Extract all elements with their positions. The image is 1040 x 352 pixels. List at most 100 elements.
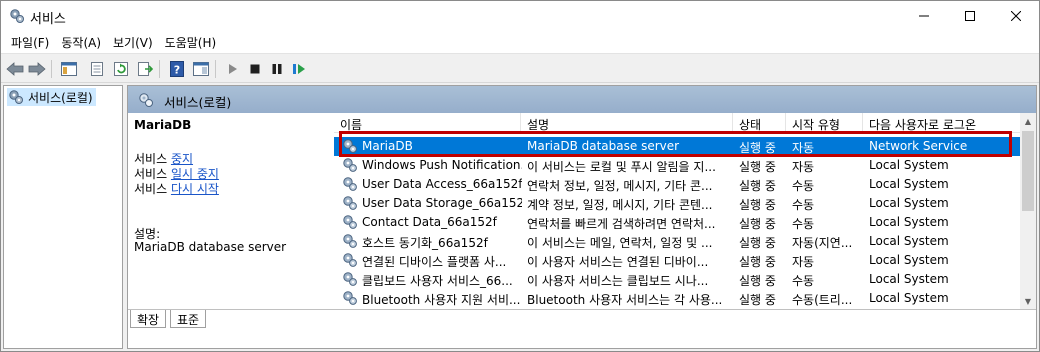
service-gear-icon [343,272,357,286]
properties-button[interactable] [87,59,107,79]
restart-service-button[interactable] [289,59,309,79]
service-row[interactable]: User Data Storage_66a152f 계약 정보, 일정, 메시지,… [334,194,1020,213]
service-startup-type-cell: 수동 [792,274,815,288]
service-gear-icon [343,253,357,267]
column-header-startup-type[interactable]: 시작 유형 [786,113,863,133]
service-log-on-as-cell: Local System [869,196,949,210]
forward-arrow-icon [28,62,46,76]
service-gear-icon [343,158,357,172]
maximize-icon [965,11,975,21]
help-button[interactable]: ? [167,59,187,79]
refresh-button[interactable] [111,59,131,79]
service-row[interactable]: 클립보드 사용자 서비스_66... 이 사용자 서비스는 클립보드 시나... 실… [334,270,1020,289]
minimize-button[interactable] [901,1,947,31]
service-name-cell: 연결된 디바이스 플랫폼 사... [362,255,507,269]
title-bar: 서비스 [1,1,1039,31]
service-row[interactable]: 연결된 디바이스 플랫폼 사... 이 사용자 서비스는 연결된 디바이... 실행… [334,251,1020,270]
menu-bar: 파일(F) 동작(A) 보기(V) 도움말(H) [1,31,1039,53]
maximize-button[interactable] [947,1,993,31]
forward-button[interactable] [27,59,47,79]
menu-help[interactable]: 도움말(H) [159,32,223,53]
service-gear-icon [343,139,357,153]
scroll-up-arrow-icon[interactable]: ▲ [1020,113,1036,129]
services-gear-icon [9,90,23,104]
service-status-cell: 실행 중 [739,255,776,269]
console-tree-icon [61,62,77,76]
services-gear-icon [10,9,24,23]
service-status-cell: 실행 중 [739,179,776,193]
list-header: 이름 설명 상태 시작 유형 다음 사용자로 로그온 [334,113,1020,133]
export-list-button[interactable] [135,59,155,79]
back-button[interactable] [5,59,25,79]
show-hide-icon [193,62,209,76]
service-description-cell: 이 사용자 서비스는 연결된 디바이... [527,255,709,269]
service-description-cell: 이 서비스는 메일, 연락처, 일정 및 ... [527,236,713,250]
service-gear-icon [343,234,357,248]
scroll-down-arrow-icon[interactable]: ▼ [1020,293,1036,309]
action-restart: 서비스 다시 시작 [134,182,219,196]
service-name-cell: 호스트 동기화_66a152f [362,236,488,250]
service-log-on-as-cell: Local System [869,272,949,286]
service-status-cell: 실행 중 [739,141,776,155]
service-startup-type-cell: 자동(지연... [792,236,853,250]
column-header-name[interactable]: 이름 [334,113,521,133]
service-log-on-as-cell: Local System [869,177,949,191]
services-window: 서비스 파일(F) 동작(A) 보기(V) 도움말(H) ? 서비스(로컬) 서… [0,0,1040,352]
service-row[interactable]: 호스트 동기화_66a152f 이 서비스는 메일, 연락처, 일정 및 ... 실… [334,232,1020,251]
service-gear-icon [343,291,357,305]
column-header-description[interactable]: 설명 [521,113,733,133]
close-button[interactable] [993,1,1039,31]
show-hide-button[interactable] [191,59,211,79]
service-startup-type-cell: 자동 [792,255,815,269]
service-log-on-as-cell: Local System [869,291,949,305]
menu-view[interactable]: 보기(V) [107,32,159,53]
vertical-scrollbar[interactable]: ▲ ▼ [1020,113,1036,309]
service-log-on-as-cell: Local System [869,215,949,229]
service-name-cell: User Data Access_66a152f [362,177,522,191]
tab-standard[interactable]: 표준 [170,310,207,328]
description-text: MariaDB database server [134,240,287,254]
service-log-on-as-cell: Local System [869,253,949,267]
service-status-cell: 실행 중 [739,198,776,212]
export-list-icon [138,62,153,76]
service-startup-type-cell: 자동 [792,160,815,174]
restart-service-link[interactable]: 다시 시작 [171,182,219,196]
service-detail-pane: MariaDB 서비스 중지 서비스 일시 중지 서비스 다시 시작 설명: M… [128,113,332,309]
service-row[interactable]: User Data Access_66a152f 연락처 정보, 일정, 메시지,… [334,175,1020,194]
refresh-icon [114,62,128,76]
service-description-cell: Bluetooth 사용자 서비스는 각 사용... [527,293,723,307]
service-row[interactable]: Bluetooth 사용자 지원 서비... Bluetooth 사용자 서비스는… [334,289,1020,308]
service-status-cell: 실행 중 [739,217,776,231]
pause-service-link[interactable]: 일시 중지 [171,167,219,181]
pause-icon [272,64,282,74]
stop-service-link[interactable]: 중지 [171,152,193,166]
tree-item-services-local[interactable]: 서비스(로컬) [7,88,96,106]
pause-service-button[interactable] [267,59,287,79]
window-title: 서비스 [30,12,66,27]
back-arrow-icon [6,62,24,76]
service-row[interactable]: MariaDB MariaDB database server 실행 중 자동 Netw… [334,137,1020,156]
service-description-cell: 연락처를 빠르게 검색하려면 연락처... [527,217,716,231]
service-startup-type-cell: 자동 [792,141,815,155]
service-name-cell: 클립보드 사용자 서비스_66... [362,274,513,288]
column-header-status[interactable]: 상태 [733,113,786,133]
menu-action[interactable]: 동작(A) [55,32,107,53]
services-gear-icon [139,93,153,107]
service-row[interactable]: Contact Data_66a152f 연락처를 빠르게 검색하려면 연락처..… [334,213,1020,232]
menu-file[interactable]: 파일(F) [5,32,55,53]
service-gear-icon [343,196,357,210]
service-description-cell: 계약 정보, 일정, 메시지, 기타 콘텐... [527,198,713,212]
console-tree-button[interactable] [59,59,79,79]
column-header-log-on-as[interactable]: 다음 사용자로 로그온 [863,113,1020,133]
tab-extended[interactable]: 확장 [130,310,167,328]
service-name-cell: Windows Push Notification... [362,158,522,172]
stop-icon [250,64,260,74]
service-row[interactable]: Windows Push Notification... 이 서비스는 로컬 및 … [334,156,1020,175]
stop-service-button[interactable] [245,59,265,79]
tree-item-label: 서비스(로컬) [28,90,93,105]
start-service-button[interactable] [223,59,243,79]
minimize-icon [919,15,929,17]
scroll-thumb[interactable] [1022,131,1034,211]
content-header: 서비스(로컬) [128,86,1036,113]
service-description-cell: 연락처 정보, 일정, 메시지, 기타 콘... [527,179,713,193]
